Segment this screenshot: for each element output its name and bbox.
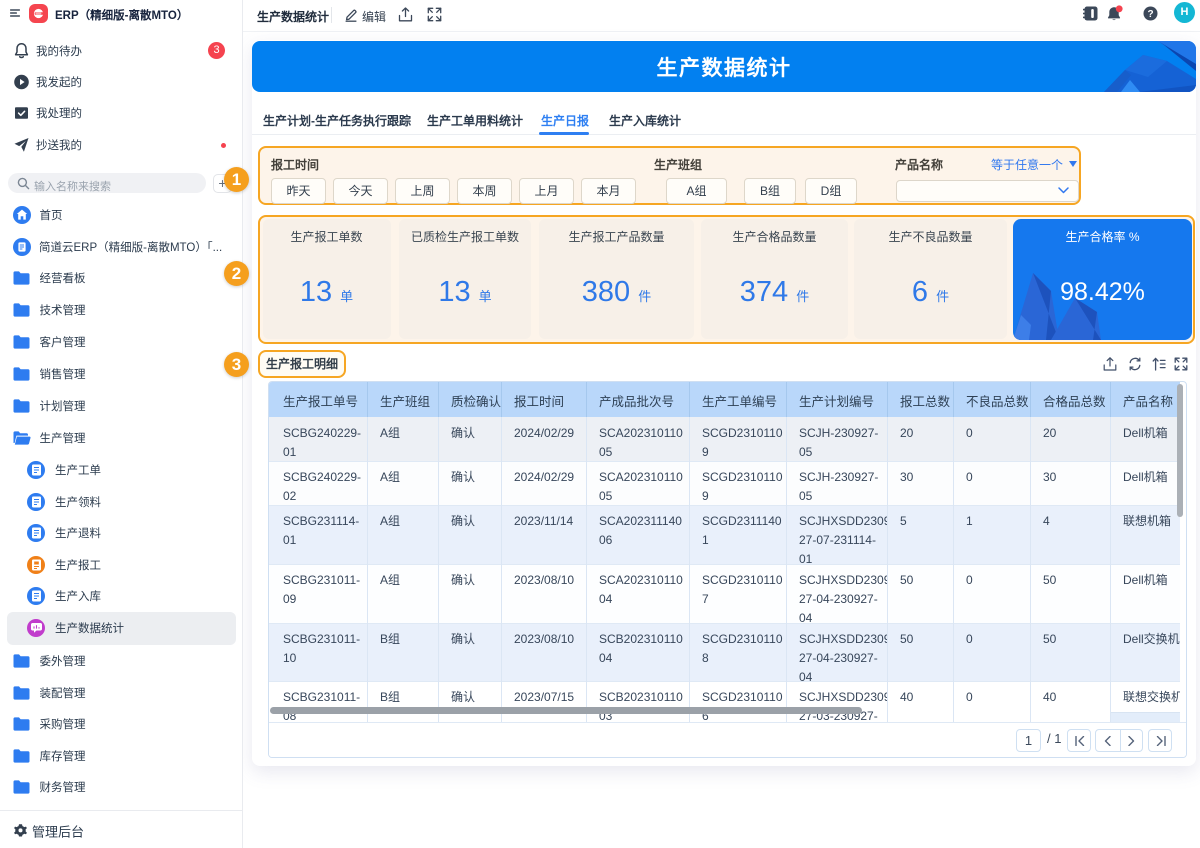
svg-text:?: ? <box>1147 9 1153 20</box>
